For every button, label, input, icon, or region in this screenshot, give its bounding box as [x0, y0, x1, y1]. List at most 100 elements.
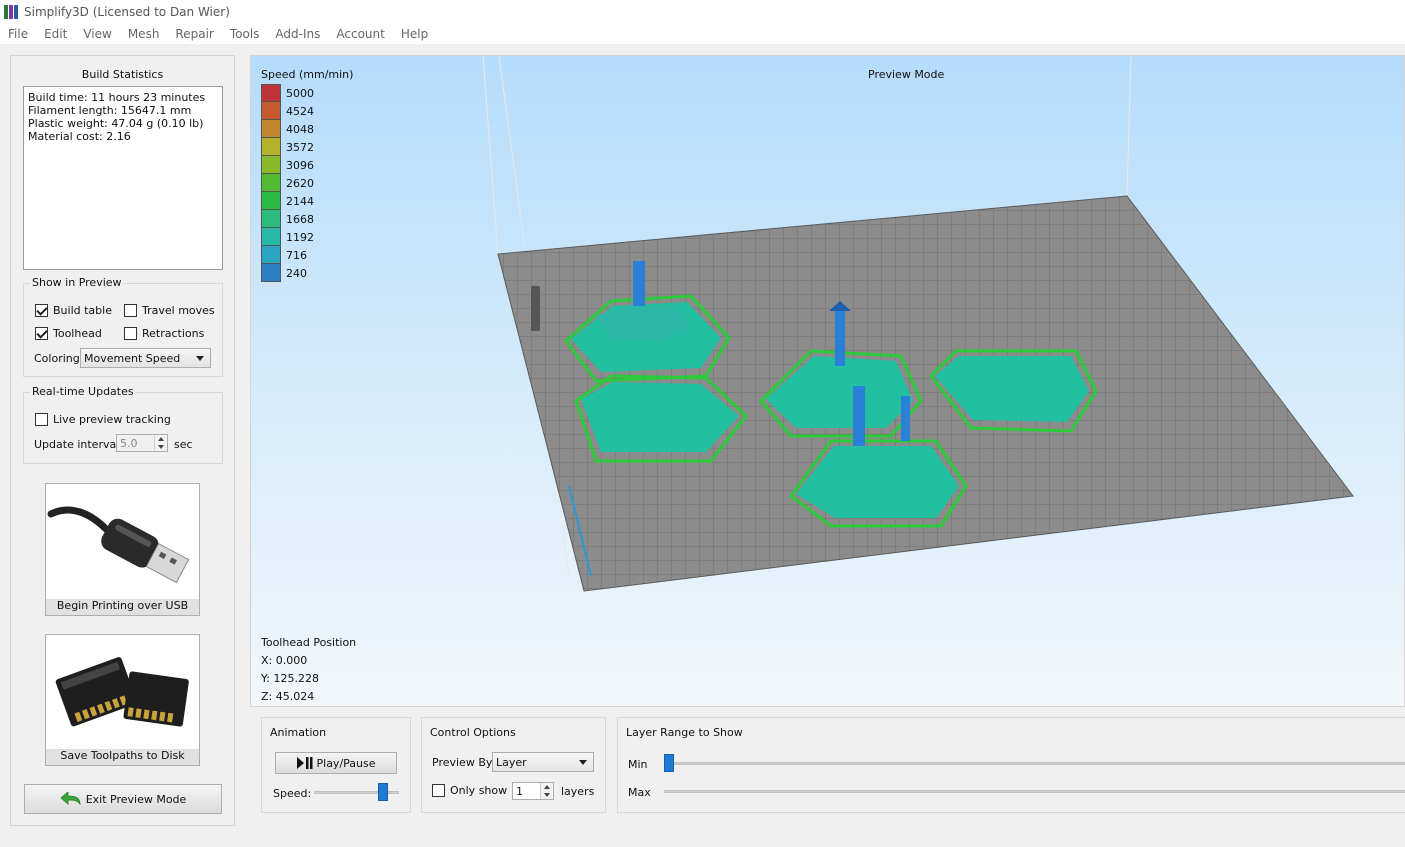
window-title: Simplify3D (Licensed to Dan Wier) [24, 5, 230, 19]
menu-edit[interactable]: Edit [36, 27, 75, 41]
build-table-option[interactable]: Build table [35, 304, 112, 317]
exit-preview-button[interactable]: Exit Preview Mode [24, 784, 222, 814]
speed-slider-thumb[interactable] [377, 783, 388, 801]
legend-swatch [261, 156, 281, 174]
update-interval-value: 5.0 [120, 436, 138, 450]
min-slider-track[interactable] [664, 762, 1405, 765]
build-scene [482, 56, 1354, 592]
preview-viewport[interactable]: Speed (mm/min) 5000 4524 4048 3572 3096 … [250, 55, 1405, 707]
legend-row: 4524 [261, 102, 314, 120]
back-arrow-icon [60, 792, 81, 806]
toolhead-checkbox[interactable] [35, 327, 48, 340]
print-usb-button[interactable]: Begin Printing over USB [45, 483, 200, 616]
layers-spinbox[interactable]: 1 [512, 782, 554, 800]
menu-repair[interactable]: Repair [167, 27, 221, 41]
build-statistics-box[interactable]: Build time: 11 hours 23 minutes Filament… [23, 86, 223, 270]
max-label: Max [628, 786, 651, 799]
chevron-down-icon [196, 356, 204, 361]
exit-preview-label: Exit Preview Mode [85, 792, 187, 806]
play-pause-icon [296, 757, 312, 769]
play-pause-button[interactable]: Play/Pause [275, 752, 397, 774]
travel-moves-checkbox[interactable] [124, 304, 137, 317]
legend-label: 5000 [286, 86, 314, 100]
build-time: Build time: 11 hours 23 minutes [28, 91, 206, 104]
spinner-arrows-icon[interactable] [540, 783, 553, 799]
retractions-label: Retractions [142, 327, 205, 340]
control-options-title: Control Options [430, 726, 516, 739]
speed-legend: 5000 4524 4048 3572 3096 2620 2144 1668 … [261, 84, 314, 282]
legend-row: 240 [261, 264, 314, 282]
build-table-checkbox[interactable] [35, 304, 48, 317]
speed-label: Speed: [273, 787, 312, 800]
max-slider-track[interactable] [664, 790, 1405, 793]
spinner-arrows-icon[interactable] [154, 435, 167, 451]
toolhead-x: X: 0.000 [261, 654, 308, 667]
legend-label: 1192 [286, 230, 314, 244]
legend-label: 4524 [286, 104, 314, 118]
legend-label: 716 [286, 248, 307, 262]
legend-label: 3096 [286, 158, 314, 172]
retractions-checkbox[interactable] [124, 327, 137, 340]
legend-swatch [261, 84, 281, 102]
show-in-preview-group: Show in Preview Build table Travel moves… [23, 276, 223, 377]
travel-moves-option[interactable]: Travel moves [124, 304, 215, 317]
preview-by-value: Layer [496, 755, 527, 769]
save-toolpaths-label: Save Toolpaths to Disk [60, 749, 185, 762]
preview-by-select[interactable]: Layer [492, 752, 594, 772]
update-interval-label: Update interval [34, 438, 120, 451]
coloring-select[interactable]: Movement Speed [80, 348, 211, 368]
realtime-updates-title: Real-time Updates [30, 385, 136, 398]
material-cost: Material cost: 2.16 [28, 130, 131, 143]
legend-row: 3572 [261, 138, 314, 156]
build-statistics-title: Build Statistics [81, 68, 164, 81]
legend-row: 3096 [261, 156, 314, 174]
animation-title: Animation [270, 726, 327, 739]
menu-tools[interactable]: Tools [222, 27, 268, 41]
toolhead-z: Z: 45.024 [261, 690, 315, 703]
legend-label: 2144 [286, 194, 314, 208]
toolhead-position-title: Toolhead Position [261, 636, 357, 649]
min-slider-thumb[interactable] [664, 754, 674, 772]
filament-length: Filament length: 15647.1 mm [28, 104, 192, 117]
menu-account[interactable]: Account [328, 27, 392, 41]
live-preview-checkbox[interactable] [35, 413, 48, 426]
menu-help[interactable]: Help [393, 27, 436, 41]
legend-swatch [261, 264, 281, 282]
min-label: Min [628, 758, 648, 771]
only-show-checkbox[interactable] [432, 784, 445, 797]
legend-title: Speed (mm/min) [261, 68, 354, 81]
legend-row: 2620 [261, 174, 314, 192]
update-interval-spinbox[interactable]: 5.0 [116, 434, 168, 452]
print-usb-label: Begin Printing over USB [56, 599, 189, 612]
legend-row: 716 [261, 246, 314, 264]
menu-mesh[interactable]: Mesh [120, 27, 168, 41]
only-show-label: Only show [450, 784, 508, 797]
save-toolpaths-button[interactable]: Save Toolpaths to Disk [45, 634, 200, 766]
toolhead-position: Toolhead Position X: 0.000 Y: 125.228 Z:… [261, 634, 356, 706]
sd-card-icon [46, 635, 199, 749]
retractions-option[interactable]: Retractions [124, 327, 204, 340]
legend-swatch [261, 228, 281, 246]
toolhead-label: Toolhead [53, 327, 102, 340]
realtime-updates-group: Real-time Updates Live preview tracking … [23, 385, 223, 464]
menu-add-ins[interactable]: Add-Ins [267, 27, 328, 41]
animation-panel: Animation Play/Pause Speed: [261, 717, 411, 813]
preview-by-label: Preview By [432, 756, 493, 769]
legend-label: 4048 [286, 122, 314, 136]
legend-label: 240 [286, 266, 307, 280]
legend-row: 1192 [261, 228, 314, 246]
plastic-weight: Plastic weight: 47.04 g (0.10 lb) [28, 117, 204, 130]
menu-view[interactable]: View [75, 27, 119, 41]
toolhead-option[interactable]: Toolhead [35, 327, 102, 340]
live-preview-option[interactable]: Live preview tracking [35, 413, 171, 426]
legend-row: 2144 [261, 192, 314, 210]
build-table-label: Build table [53, 304, 112, 317]
show-in-preview-title: Show in Preview [30, 276, 124, 289]
layer-range-panel: Layer Range to Show Min Max [617, 717, 1405, 813]
legend-row: 1668 [261, 210, 314, 228]
only-show-option[interactable]: Only show [432, 784, 507, 797]
toolhead-y: Y: 125.228 [261, 672, 319, 685]
control-options-panel: Control Options Preview By Layer Only sh… [421, 717, 606, 813]
menu-bar: File Edit View Mesh Repair Tools Add-Ins… [0, 24, 1405, 44]
menu-file[interactable]: File [0, 27, 36, 41]
